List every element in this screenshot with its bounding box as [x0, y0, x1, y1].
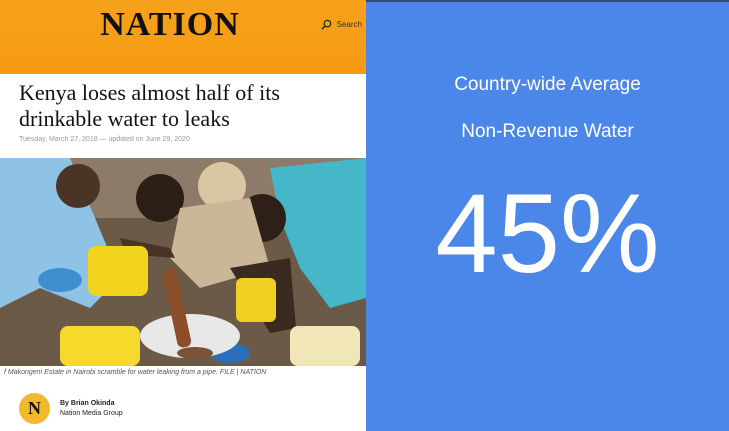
stat-panel: Country-wide Average Non-Revenue Water 4…: [366, 2, 729, 431]
stat-title-line1: Country-wide Average: [454, 74, 641, 95]
author-name[interactable]: By Brian Okinda: [60, 399, 123, 409]
photo-caption: f Makongeni Estate in Nairobi scramble f…: [4, 369, 267, 376]
masthead: NATION Search: [0, 0, 366, 74]
search-icon: [321, 19, 331, 30]
search-button[interactable]: Search: [321, 19, 362, 30]
stat-title-line2: Non-Revenue Water: [461, 121, 634, 142]
author-avatar: N: [19, 393, 50, 424]
article-dateline: Tuesday, March 27, 2018 — updated on Jun…: [19, 136, 190, 143]
author-org: Nation Media Group: [60, 410, 123, 417]
article-photo: [0, 158, 366, 366]
nation-logo[interactable]: NATION: [0, 6, 340, 44]
author-byline: By Brian Okinda Nation Media Group: [60, 399, 123, 419]
news-article-screenshot: NATION Search Kenya loses almost half of…: [0, 0, 366, 431]
people-collecting-water-illustration: [0, 158, 366, 366]
article-headline: Kenya loses almost half of its drinkable…: [19, 80, 280, 131]
stat-value: 45%: [435, 171, 660, 296]
search-label: Search: [336, 20, 362, 29]
